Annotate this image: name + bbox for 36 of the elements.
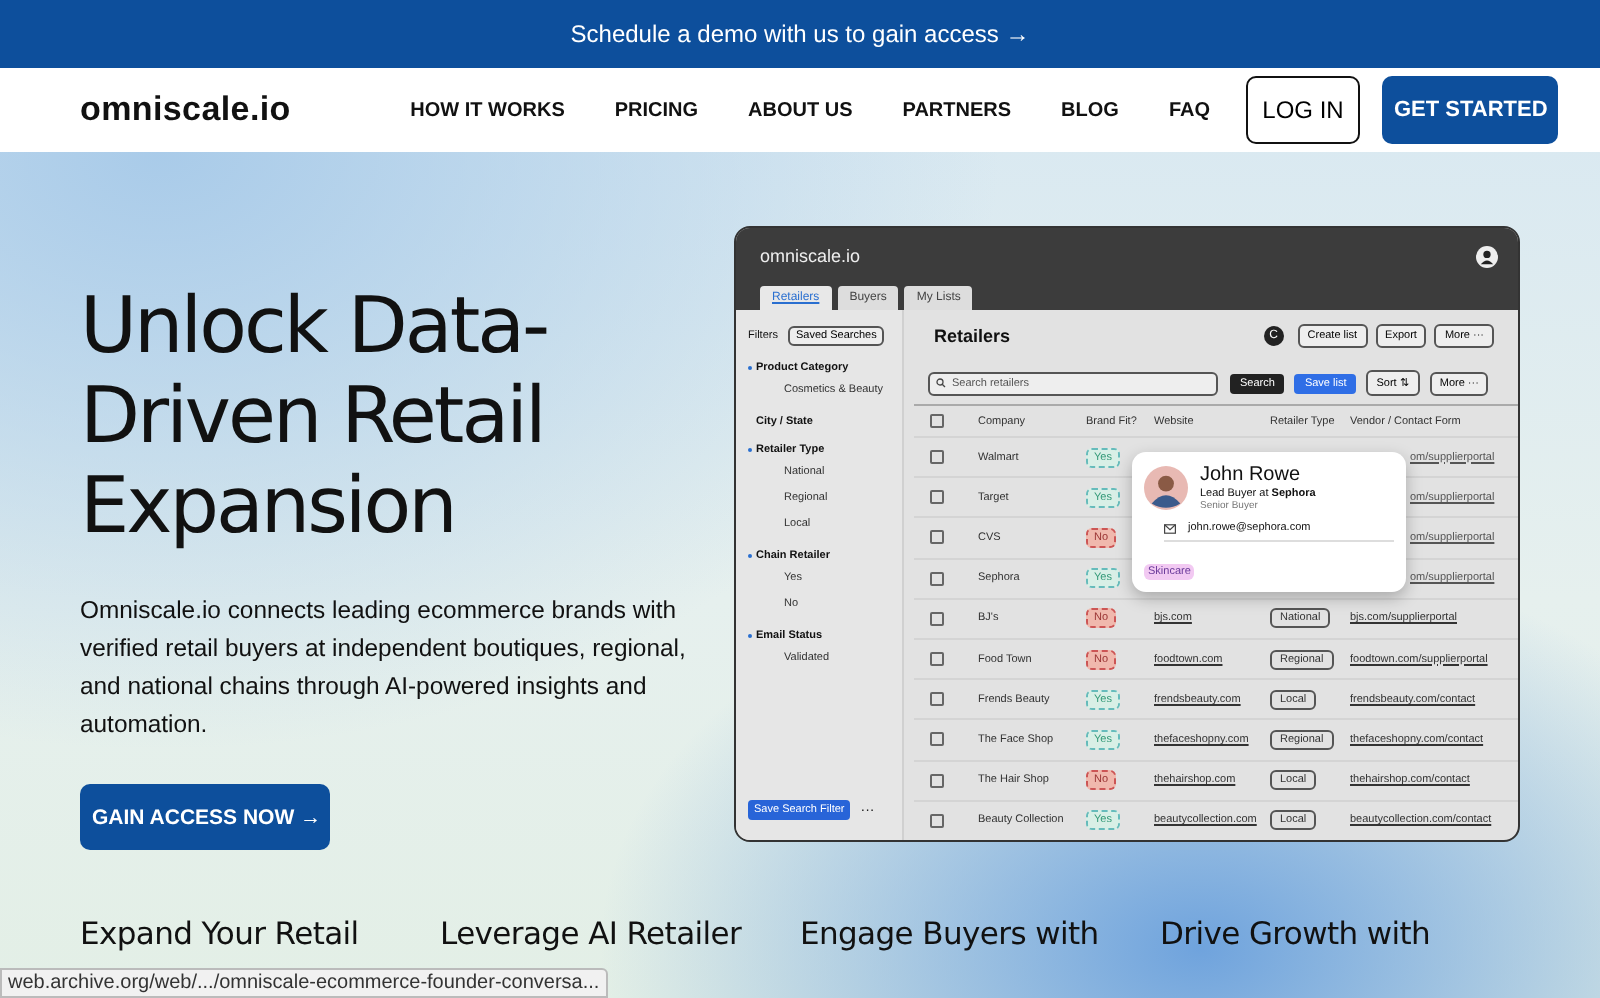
- checkbox[interactable]: [930, 732, 944, 747]
- nav-link[interactable]: FAQ: [1168, 99, 1210, 121]
- checkbox[interactable]: [930, 490, 944, 505]
- feature-heading: Leverage AI Retailer: [440, 916, 744, 952]
- checkbox[interactable]: [930, 450, 944, 465]
- hero-description: Omniscale.io connects leading ecommerce brands with verified retail buyers at independent boutiques, regional, and national chains through AI-powered insights and automation.: [80, 594, 688, 742]
- hero-title: Unlock Data-Driven Retail Expansion: [80, 282, 550, 552]
- get-started-button[interactable]: GET STARTED: [1382, 76, 1558, 144]
- login-button[interactable]: LOG IN: [1246, 76, 1360, 144]
- checkbox[interactable]: [930, 414, 944, 428]
- checkbox[interactable]: [930, 530, 944, 545]
- nav-link[interactable]: PRICING: [614, 99, 699, 121]
- logo[interactable]: omniscale.io: [80, 90, 291, 130]
- avatar-icon: [1144, 466, 1188, 510]
- user-icon[interactable]: [1476, 245, 1498, 267]
- feature-heading: Drive Growth with: [1160, 916, 1433, 952]
- retailers-heading: Retailers: [934, 326, 1011, 346]
- announcement-banner[interactable]: Schedule a demo with us to gain access →: [0, 0, 1600, 68]
- nav-link[interactable]: BLOG: [1061, 99, 1119, 121]
- feature-heading: Expand Your Retail: [80, 916, 361, 952]
- checkbox[interactable]: [930, 692, 944, 707]
- browser-status-bar: web.archive.org/web/.../omniscale-ecommerce-founder-conversa...: [0, 968, 608, 998]
- checkbox[interactable]: [930, 813, 944, 828]
- gain-access-button[interactable]: GAIN ACCESS NOW →: [80, 784, 330, 850]
- checkbox[interactable]: [930, 611, 944, 626]
- buyer-name: John Rowe: [1200, 464, 1303, 486]
- nav-link[interactable]: PARTNERS: [902, 99, 1012, 121]
- search-icon: [936, 378, 946, 388]
- feature-heading: Engage Buyers with: [800, 916, 1101, 952]
- mail-icon: [1164, 523, 1176, 533]
- checkbox[interactable]: [930, 652, 944, 667]
- nav-link[interactable]: ABOUT US: [748, 99, 853, 121]
- nav-link[interactable]: HOW IT WORKS: [410, 99, 565, 121]
- checkbox[interactable]: [930, 571, 944, 586]
- checkbox[interactable]: [930, 773, 944, 788]
- app-logo: omniscale.io: [760, 246, 861, 266]
